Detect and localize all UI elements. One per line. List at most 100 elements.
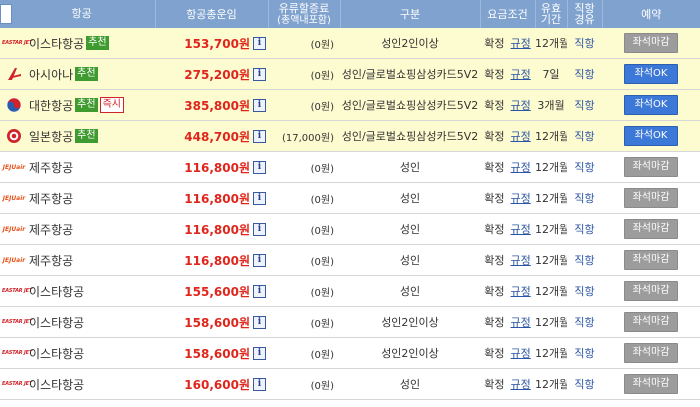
- table-row: 일본항공 추천 448,700원 i (17,000원) 성인/글로벌쇼핑삼성카드5…: [0, 120, 700, 152]
- valid-period: 3개월: [535, 89, 567, 121]
- info-icon[interactable]: i: [253, 315, 266, 329]
- total-fare: 448,700원: [184, 129, 250, 144]
- rule-link[interactable]: 규정: [511, 130, 531, 143]
- info-icon[interactable]: i: [253, 36, 266, 50]
- seat-closed-button[interactable]: 좌석마감: [624, 343, 678, 363]
- seat-closed-button[interactable]: 좌석마감: [624, 33, 678, 53]
- reserve-cell: 좌석OK: [602, 120, 700, 152]
- condition-status: 확정: [484, 161, 505, 174]
- fuel-surcharge: (0원): [268, 306, 340, 338]
- table-header: 항공 항공총운임 유류할증료 (총액내포함) 구분 요금조건 유효 기간 직항 …: [0, 0, 700, 28]
- price-cell: 448,700원 i: [155, 120, 268, 152]
- airline-name: 대한항공: [29, 98, 74, 113]
- airline-cell: JEJUair 제주항공: [0, 151, 155, 183]
- info-icon[interactable]: i: [253, 160, 266, 174]
- fare-type: 성인: [340, 368, 480, 400]
- flight-results-table: 항공 항공총운임 유류할증료 (총액내포함) 구분 요금조건 유효 기간 직항 …: [0, 0, 700, 400]
- reserve-cell: 좌석마감: [602, 213, 700, 245]
- airline-cell: EASTAR JET이스타항공: [0, 337, 155, 369]
- seat-closed-button[interactable]: 좌석마감: [624, 250, 678, 270]
- asiana-logo: [2, 67, 26, 81]
- fuel-surcharge: (0원): [268, 182, 340, 214]
- valid-period: 12개월: [535, 244, 567, 276]
- total-fare: 116,800원: [184, 253, 250, 268]
- valid-period: 12개월: [535, 213, 567, 245]
- airline-name: 제주항공: [29, 253, 74, 268]
- reserve-cell: 좌석OK: [602, 58, 700, 90]
- rule-link[interactable]: 규정: [511, 161, 531, 174]
- price-cell: 116,800원 i: [155, 244, 268, 276]
- seat-closed-button[interactable]: 좌석마감: [624, 157, 678, 177]
- fare-type: 성인/글로벌쇼핑삼성카드5V2: [340, 89, 480, 121]
- seat-ok-button[interactable]: 좌석OK: [624, 95, 678, 115]
- info-icon[interactable]: i: [253, 129, 266, 143]
- rule-link[interactable]: 규정: [511, 254, 531, 267]
- rule-link[interactable]: 규정: [511, 316, 531, 329]
- airline-name: 제주항공: [29, 222, 74, 237]
- route-type: 직항: [567, 89, 602, 121]
- info-icon[interactable]: i: [253, 98, 266, 112]
- info-icon[interactable]: i: [253, 346, 266, 360]
- info-icon[interactable]: i: [253, 284, 266, 298]
- rule-link[interactable]: 규정: [511, 223, 531, 236]
- fuel-surcharge: (0원): [268, 337, 340, 369]
- airline-name: 이스타항공: [29, 284, 85, 299]
- condition-cell: 확정 규정: [480, 28, 535, 59]
- price-cell: 116,800원 i: [155, 182, 268, 214]
- recommend-badge: 추천: [75, 98, 98, 112]
- header-type: 구분: [340, 0, 481, 28]
- airline-name: 이스타항공: [29, 315, 85, 330]
- condition-cell: 확정 규정: [480, 244, 535, 276]
- rule-link[interactable]: 규정: [511, 68, 531, 81]
- table-row: JEJUair 제주항공 116,800원 i (0원) 성인 확정 규정 12개월 …: [0, 213, 700, 245]
- info-icon[interactable]: i: [253, 377, 266, 391]
- seat-closed-button[interactable]: 좌석마감: [624, 281, 678, 301]
- info-icon[interactable]: i: [253, 253, 266, 267]
- eastar-jet-logo: EASTAR JET: [2, 319, 33, 325]
- fare-type: 성인: [340, 244, 480, 276]
- condition-status: 확정: [484, 316, 505, 329]
- seat-closed-button[interactable]: 좌석마감: [624, 188, 678, 208]
- seat-ok-button[interactable]: 좌석OK: [624, 126, 678, 146]
- rule-link[interactable]: 규정: [511, 347, 531, 360]
- airline-name: 아시아나: [29, 67, 74, 82]
- korean-logo: [2, 97, 26, 113]
- airline-name: 이스타항공: [29, 36, 85, 51]
- table-row: EASTAR JET이스타항공 158,600원 i (0원) 성인2인이상 확정…: [0, 306, 700, 338]
- price-cell: 158,600원 i: [155, 337, 268, 369]
- fare-type: 성인: [340, 275, 480, 307]
- info-icon[interactable]: i: [253, 222, 266, 236]
- seat-closed-button[interactable]: 좌석마감: [624, 312, 678, 332]
- condition-cell: 확정 규정: [480, 337, 535, 369]
- condition-cell: 확정 규정: [480, 213, 535, 245]
- rule-link[interactable]: 규정: [511, 99, 531, 112]
- table-row: JEJUair 제주항공 116,800원 i (0원) 성인 확정 규정 12개월 …: [0, 244, 700, 276]
- header-checkbox[interactable]: [0, 4, 12, 24]
- reserve-cell: 좌석마감: [602, 28, 700, 59]
- fuel-surcharge: (0원): [268, 151, 340, 183]
- route-type: 직항: [567, 213, 602, 245]
- recommend-badge: 추천: [75, 129, 98, 143]
- fare-type: 성인: [340, 182, 480, 214]
- info-icon[interactable]: i: [253, 67, 266, 81]
- total-fare: 116,800원: [184, 222, 250, 237]
- seat-closed-button[interactable]: 좌석마감: [624, 374, 678, 394]
- fare-type: 성인2인이상: [340, 28, 480, 59]
- seat-closed-button[interactable]: 좌석마감: [624, 219, 678, 239]
- price-cell: 160,600원 i: [155, 368, 268, 400]
- table-row: EASTAR JET이스타항공 160,600원 i (0원) 성인 확정 규정 1…: [0, 368, 700, 400]
- rule-link[interactable]: 규정: [511, 192, 531, 205]
- header-reserve: 예약: [602, 0, 700, 28]
- valid-period: 12개월: [535, 306, 567, 338]
- valid-period: 12개월: [535, 182, 567, 214]
- rule-link[interactable]: 규정: [511, 378, 531, 391]
- total-fare: 116,800원: [184, 191, 250, 206]
- airline-cell: 일본항공 추천: [0, 120, 155, 152]
- info-icon[interactable]: i: [253, 191, 266, 205]
- rule-link[interactable]: 규정: [511, 285, 531, 298]
- valid-period: 12개월: [535, 275, 567, 307]
- seat-ok-button[interactable]: 좌석OK: [624, 64, 678, 84]
- airline-cell: 대한항공 추천 즉시: [0, 89, 155, 121]
- rule-link[interactable]: 규정: [511, 37, 531, 50]
- route-type: 직항: [567, 151, 602, 183]
